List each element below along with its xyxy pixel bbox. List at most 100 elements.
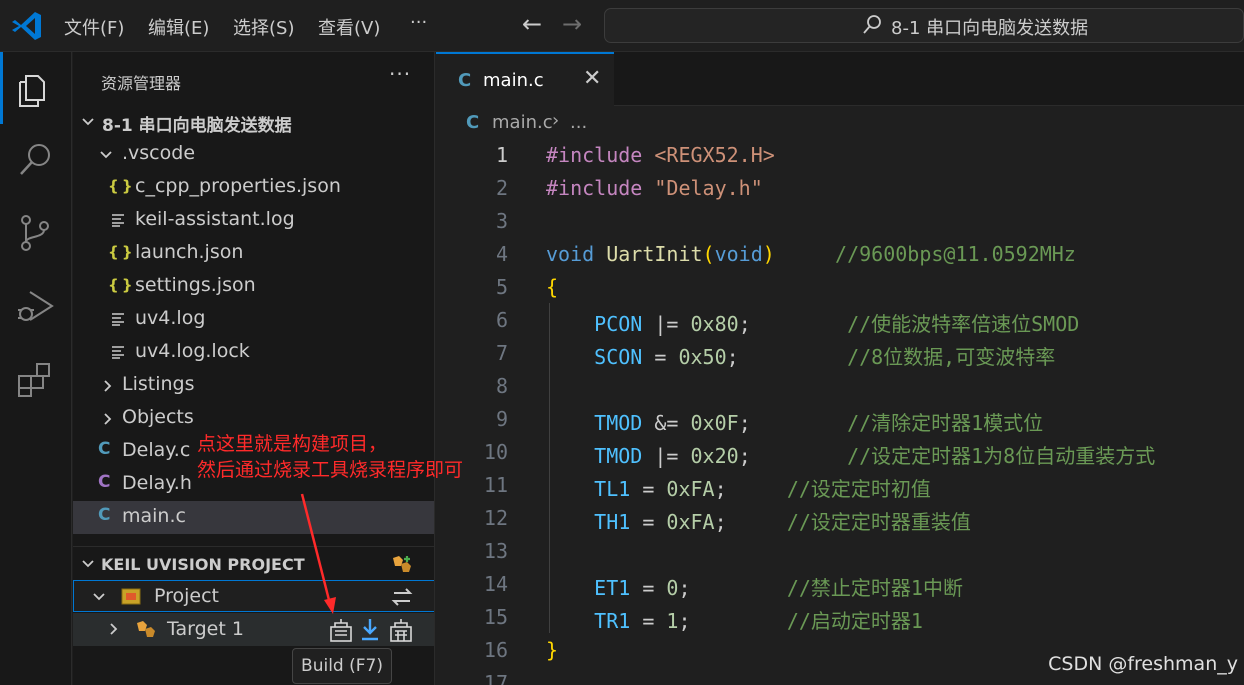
open-project-icon[interactable] xyxy=(389,552,415,576)
line-number: 1 xyxy=(495,143,508,167)
keil-target-row[interactable]: Target 1 xyxy=(73,613,434,646)
c-file-icon: C xyxy=(98,505,111,525)
tree-item-label: keil-assistant.log xyxy=(135,208,295,230)
search-activity[interactable] xyxy=(0,128,72,188)
search-icon xyxy=(20,144,50,175)
active-indicator xyxy=(0,52,3,124)
download-icon[interactable] xyxy=(359,617,381,643)
menu-file[interactable]: 文件(F) xyxy=(64,14,124,40)
activity-bar xyxy=(0,52,72,685)
line-number: 4 xyxy=(495,242,508,266)
json-icon: { } xyxy=(108,177,133,195)
code-line: void UartInit(void) //9600bps@11.0592MHz xyxy=(546,242,1076,266)
code-line: #include <REGX52.H> xyxy=(546,143,775,167)
files-icon xyxy=(19,75,45,107)
code-line: TL1 = 0xFA; //设定定时初值 xyxy=(594,477,931,501)
keil-project-icon xyxy=(121,588,141,605)
keil-section-header[interactable]: KEIL UVISION PROJECT xyxy=(73,546,434,580)
tree-file-main-c[interactable]: C main.c xyxy=(73,501,434,534)
line-number: 12 xyxy=(483,506,508,530)
tree-file-keil-assistant-log[interactable]: keil-assistant.log xyxy=(73,204,434,237)
code-line: TR1 = 1; //启动定时器1 xyxy=(594,609,923,633)
menu-selection[interactable]: 选择(S) xyxy=(233,14,294,40)
source-control-activity[interactable] xyxy=(0,200,72,260)
keil-project-row[interactable]: Project xyxy=(73,580,434,612)
code-line: PCON |= 0x80; //使能波特率倍速位SMOD xyxy=(594,312,1080,336)
tree-item-label: .vscode xyxy=(122,142,196,164)
editor-tab-bar: C main.c ✕ xyxy=(436,52,1244,107)
root-folder[interactable]: 8-1 串口向电脑发送数据 xyxy=(73,105,434,138)
c-file-icon: C xyxy=(98,439,111,459)
line-number: 7 xyxy=(495,341,508,365)
tree-folder-listings[interactable]: Listings xyxy=(73,369,434,402)
text-file-icon xyxy=(112,346,124,359)
code-line: #include "Delay.h" xyxy=(546,176,763,200)
build-tooltip: Build (F7) xyxy=(292,648,392,684)
menu-more[interactable]: ··· xyxy=(410,12,427,33)
tree-item-label: Objects xyxy=(122,406,194,428)
line-number: 14 xyxy=(483,572,508,596)
run-debug-icon xyxy=(18,291,54,321)
code-line: { xyxy=(546,275,559,299)
chevron-right-icon xyxy=(104,380,112,392)
chevron-down-icon xyxy=(93,593,105,601)
line-number: 6 xyxy=(495,308,508,332)
line-number: 2 xyxy=(495,176,508,200)
code-line: ET1 = 0; //禁止定时器1中断 xyxy=(594,576,963,600)
tree-item-label: Delay.h xyxy=(122,472,192,494)
title-bar: 文件(F) 编辑(E) 选择(S) 查看(V) ··· ← → 8-1 串口向电… xyxy=(0,0,1244,52)
explorer-title: 资源管理器 xyxy=(101,74,182,93)
code-line: SCON = 0x50; //8位数据,可变波特率 xyxy=(594,345,1056,369)
json-icon: { } xyxy=(108,243,133,261)
line-number: 13 xyxy=(483,539,508,563)
annotation-text: 点这里就是构建项目， 然后通过烧录工具烧录程序即可 xyxy=(197,431,463,483)
line-number: 5 xyxy=(495,275,508,299)
tree-file-c-cpp-properties[interactable]: { } c_cpp_properties.json xyxy=(73,171,434,204)
line-number: 8 xyxy=(495,374,508,398)
more-actions-button[interactable]: ··· xyxy=(389,62,411,86)
c-file-icon: C xyxy=(466,112,480,133)
target-label: Target 1 xyxy=(167,618,244,640)
chevron-down-icon xyxy=(82,118,94,126)
tree-file-uv4-log[interactable]: uv4.log xyxy=(73,303,434,336)
chevron-right-icon xyxy=(110,623,118,635)
forward-arrow-icon[interactable]: → xyxy=(562,10,582,38)
menu-view[interactable]: 查看(V) xyxy=(318,14,380,40)
annotation-line-1: 点这里就是构建项目， xyxy=(197,433,388,455)
back-arrow-icon[interactable]: ← xyxy=(522,10,542,38)
search-text: 8-1 串口向电脑发送数据 xyxy=(891,18,1089,39)
project-label: Project xyxy=(154,585,220,607)
run-debug-activity[interactable] xyxy=(0,274,72,334)
close-icon[interactable]: ✕ xyxy=(583,66,601,91)
rebuild-icon[interactable] xyxy=(389,617,413,643)
explorer-sidebar: 资源管理器 ··· 8-1 串口向电脑发送数据 .vscode { } c_cp… xyxy=(73,52,435,685)
line-number: 9 xyxy=(495,407,508,431)
switch-project-icon[interactable] xyxy=(390,586,414,608)
tree-folder-vscode[interactable]: .vscode xyxy=(73,138,434,171)
breadcrumb-file[interactable]: main.c xyxy=(492,112,553,133)
command-center-search[interactable]: 8-1 串口向电脑发送数据 xyxy=(604,8,1244,43)
breadcrumb-symbols[interactable]: ... xyxy=(570,112,587,133)
h-file-icon: C xyxy=(98,472,111,492)
code-line: TMOD |= 0x20; //设定定时器1为8位自动重装方式 xyxy=(594,444,1156,468)
tree-file-uv4-log-lock[interactable]: uv4.log.lock xyxy=(73,336,434,369)
keil-section-title: KEIL UVISION PROJECT xyxy=(101,555,305,574)
code-editor[interactable]: 1 2 3 4 5 6 7 8 9 10 11 12 13 14 15 16 1… xyxy=(436,138,1244,685)
tree-item-label: Listings xyxy=(122,373,195,395)
build-icon[interactable] xyxy=(329,617,353,643)
tree-item-label: uv4.log.lock xyxy=(135,340,250,362)
tab-main-c[interactable]: C main.c ✕ xyxy=(436,52,614,107)
extensions-icon xyxy=(18,363,50,397)
tree-file-launch-json[interactable]: { } launch.json xyxy=(73,237,434,270)
code-line: TMOD &= 0x0F; //清除定时器1模式位 xyxy=(594,411,1044,435)
tree-item-label: c_cpp_properties.json xyxy=(135,175,341,197)
explorer-activity[interactable] xyxy=(0,52,72,124)
line-number: 15 xyxy=(483,605,508,629)
code-line: } xyxy=(546,638,559,662)
tree-item-label: launch.json xyxy=(135,241,244,263)
chevron-down-icon xyxy=(82,560,94,568)
extensions-activity[interactable] xyxy=(0,348,72,408)
menu-edit[interactable]: 编辑(E) xyxy=(148,14,209,40)
text-file-icon xyxy=(112,214,124,227)
tree-file-settings-json[interactable]: { } settings.json xyxy=(73,270,434,303)
